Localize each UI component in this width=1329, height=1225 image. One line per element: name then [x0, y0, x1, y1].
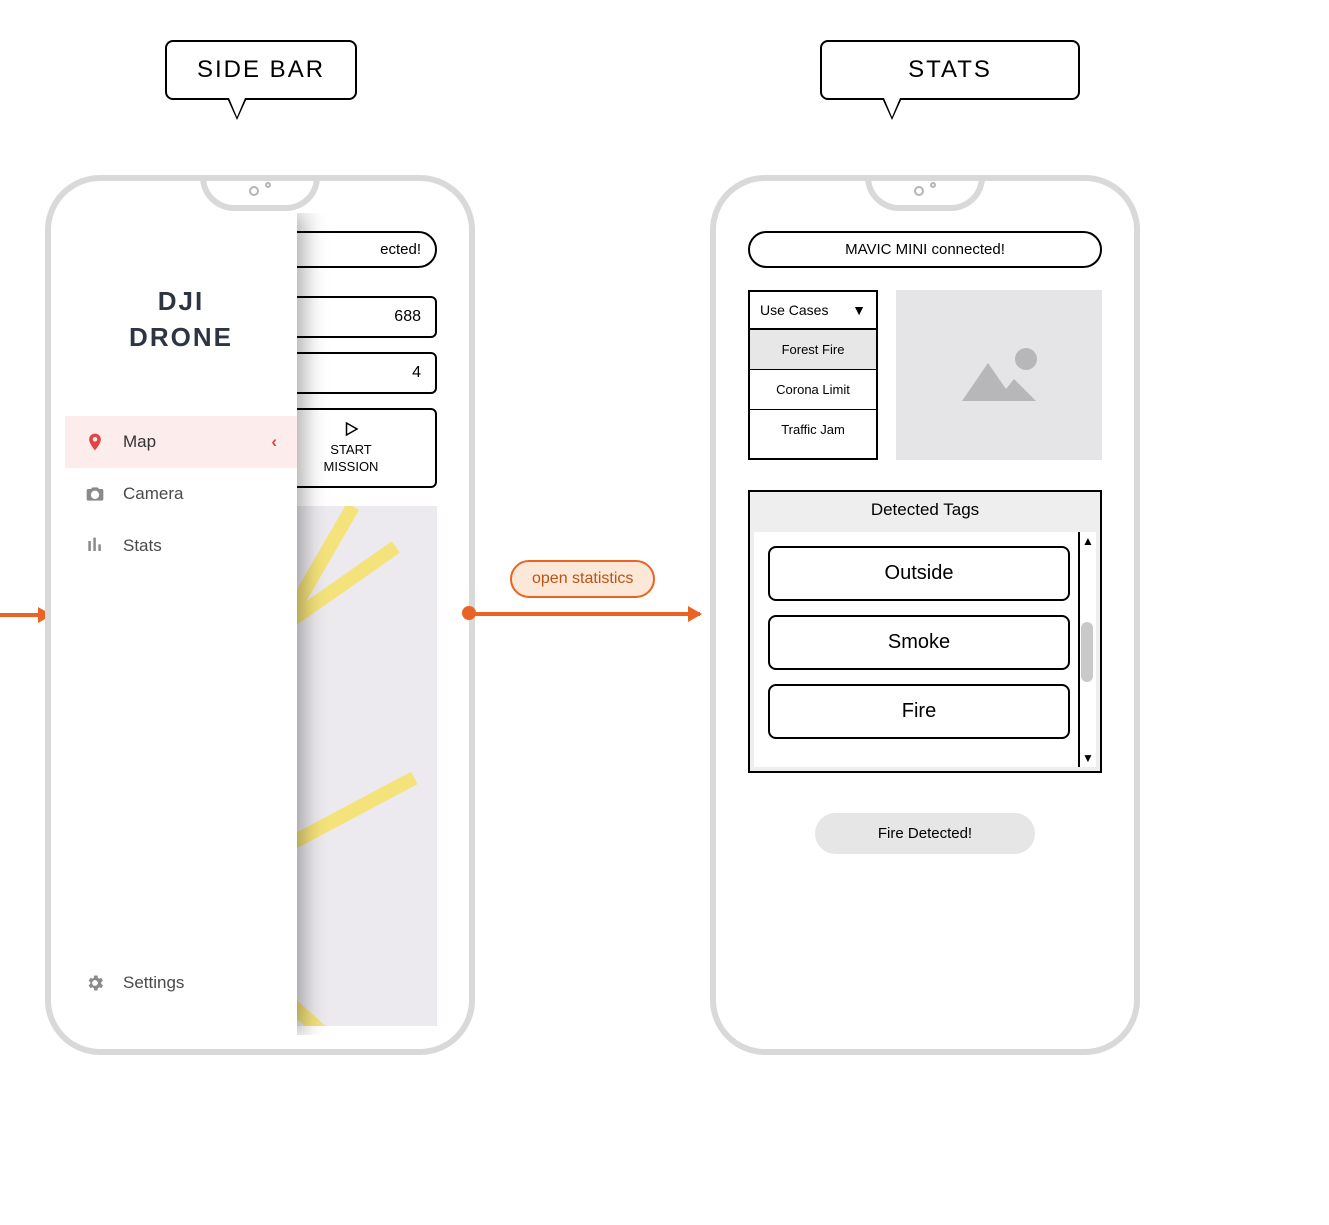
- detected-tags-panel: Detected Tags Outside Smoke Fire ▲ ▼: [748, 490, 1102, 773]
- detected-tag-label: Outside: [885, 562, 954, 584]
- usecase-option-label: Corona Limit: [776, 382, 850, 397]
- sidebar-item-label: Settings: [123, 973, 184, 993]
- image-icon: [954, 343, 1044, 407]
- camera-icon: [85, 484, 105, 504]
- scroll-thumb[interactable]: [1081, 622, 1093, 682]
- chevron-left-icon: ‹: [271, 432, 277, 452]
- start-mission-label: START MISSION: [324, 442, 379, 474]
- detected-tags-title: Detected Tags: [750, 492, 1100, 528]
- image-placeholder: [896, 290, 1102, 460]
- sidebar-item-label: Camera: [123, 484, 183, 504]
- sidebar-item-settings[interactable]: Settings: [65, 957, 297, 1009]
- map-pin-icon: [85, 432, 105, 452]
- scroll-down-icon[interactable]: ▼: [1082, 749, 1094, 767]
- usecase-dropdown[interactable]: Use Cases ▼ Forest Fire Corona Limit Tra…: [748, 290, 878, 460]
- detected-tag[interactable]: Fire: [768, 684, 1070, 739]
- detected-tag-label: Fire: [902, 700, 936, 722]
- sidebar-item-camera[interactable]: Camera: [65, 468, 297, 520]
- brand-line2: DRONE: [65, 319, 297, 355]
- phone-notch: [865, 177, 985, 211]
- usecase-option-label: Traffic Jam: [781, 422, 845, 437]
- sidebar-label-bubble: SIDE BAR: [165, 40, 357, 100]
- usecase-dropdown-label: Use Cases: [760, 302, 828, 318]
- stats-label-text: STATS: [908, 56, 992, 83]
- bars-icon: [85, 536, 105, 556]
- play-icon: [342, 420, 360, 438]
- usecase-option-corona-limit[interactable]: Corona Limit: [750, 370, 876, 410]
- detected-tag-label: Smoke: [888, 631, 950, 653]
- detected-tag[interactable]: Smoke: [768, 615, 1070, 670]
- brand: DJI DRONE: [65, 283, 297, 356]
- phone-sidebar: ected! 688 4 START MISSION: [45, 175, 475, 1055]
- scrollbar[interactable]: ▲ ▼: [1078, 532, 1096, 767]
- flow-arrow: [470, 612, 700, 616]
- sidebar-item-label: Map: [123, 432, 156, 452]
- sidebar-item-stats[interactable]: Stats: [65, 520, 297, 572]
- usecase-option-forest-fire[interactable]: Forest Fire: [750, 330, 876, 370]
- alert-text: Fire Detected!: [878, 825, 972, 842]
- flow-label-text: open statistics: [532, 570, 633, 587]
- brand-line1: DJI: [65, 283, 297, 319]
- usecase-dropdown-header[interactable]: Use Cases ▼: [750, 292, 876, 330]
- sidebar-label-text: SIDE BAR: [197, 56, 325, 83]
- alert-pill: Fire Detected!: [815, 813, 1035, 854]
- chevron-down-icon: ▼: [852, 302, 866, 318]
- phone-stats: MAVIC MINI connected! Use Cases ▼ Forest…: [710, 175, 1140, 1055]
- sidebar-panel: DJI DRONE Map ‹ Camera Stats Settings: [65, 213, 297, 1035]
- sidebar-item-map[interactable]: Map ‹: [65, 416, 297, 468]
- usecase-option-label: Forest Fire: [782, 342, 845, 357]
- phone-notch: [200, 177, 320, 211]
- gear-icon: [85, 973, 105, 993]
- detected-tags-list[interactable]: Outside Smoke Fire ▲ ▼: [754, 532, 1096, 767]
- detected-tag[interactable]: Outside: [768, 546, 1070, 601]
- stats-label-bubble: STATS: [820, 40, 1080, 100]
- sidebar-item-label: Stats: [123, 536, 162, 556]
- scroll-up-icon[interactable]: ▲: [1082, 532, 1094, 550]
- connection-status-text: MAVIC MINI connected!: [845, 241, 1005, 258]
- flow-label: open statistics: [510, 560, 655, 598]
- flow-arrow-in: [0, 613, 50, 617]
- connection-status: MAVIC MINI connected!: [748, 231, 1102, 268]
- usecase-option-traffic-jam[interactable]: Traffic Jam: [750, 410, 876, 449]
